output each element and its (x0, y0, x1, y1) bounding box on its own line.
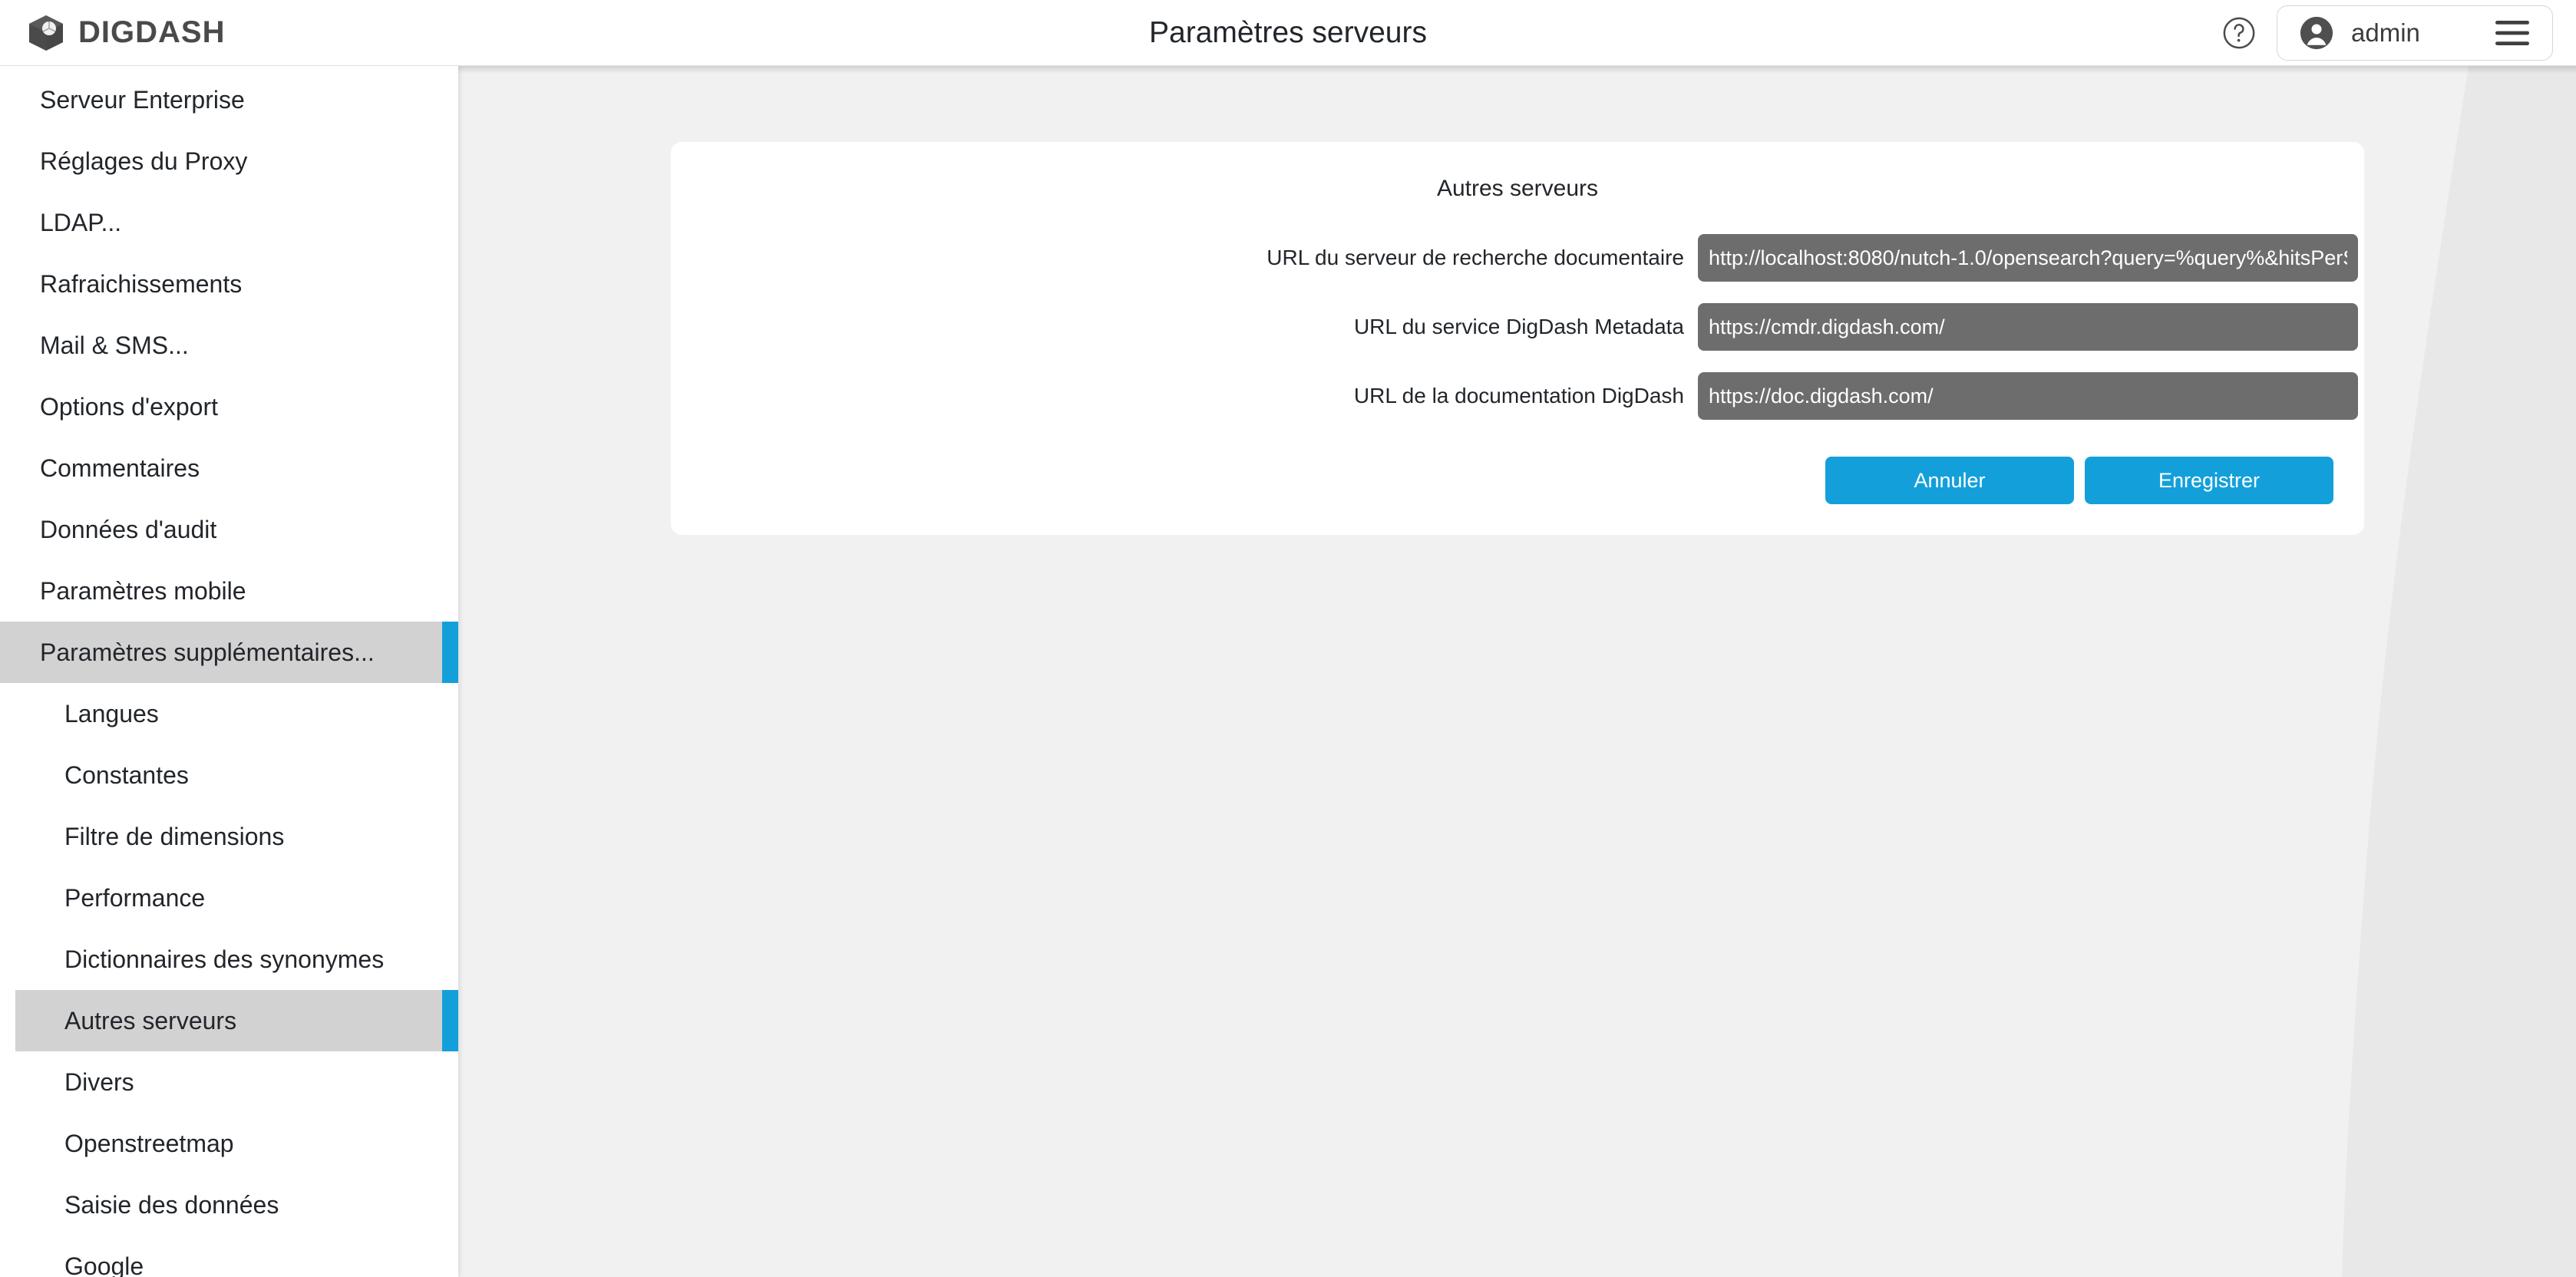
sidebar-item-label: Paramètres mobile (40, 576, 246, 605)
sidebar-item[interactable]: Dictionnaires des synonymes (0, 929, 458, 990)
sidebar-item-label: Autres serveurs (64, 1006, 237, 1034)
sidebar-item-label: Openstreetmap (64, 1129, 234, 1157)
sidebar-item-label: Filtre de dimensions (64, 822, 285, 850)
user-avatar-icon (2300, 16, 2333, 49)
body-area: Serveur Enterprise Réglages du Proxy LDAP.… (0, 66, 2576, 1277)
card-title: Autres serveurs (1436, 176, 1599, 201)
sidebar-item-label: Réglages du Proxy (40, 147, 248, 175)
sidebar-item-label: Google (64, 1252, 144, 1277)
form-field-input[interactable] (1698, 303, 2358, 351)
form-row: URL du serveur de recherche documentaire (671, 234, 2364, 282)
settings-form: URL du serveur de recherche documentaire… (671, 234, 2364, 420)
sidebar-item[interactable]: Paramètres supplémentaires... (0, 622, 458, 683)
settings-card: Autres serveurs URL du serveur de recher… (671, 142, 2364, 535)
sidebar-item-label: Mail & SMS... (40, 331, 189, 359)
user-menu-button[interactable]: admin (2277, 5, 2553, 61)
page-title: Paramètres serveurs (1149, 15, 1427, 49)
form-field-input[interactable] (1698, 234, 2358, 282)
form-field-label: URL du service DigDash Metadata (1353, 315, 1684, 338)
sidebar-item-label: Commentaires (40, 454, 200, 482)
content-top-shadow (458, 66, 2576, 74)
cancel-button[interactable]: Annuler (1825, 457, 2074, 504)
form-field-input[interactable] (1698, 372, 2358, 420)
brand-name: DIGDASH (78, 15, 226, 49)
sidebar-item-label: Saisie des données (64, 1190, 279, 1219)
sidebar-item-label: Serveur Enterprise (40, 85, 245, 114)
brand-logo-area[interactable]: DIGDASH (26, 13, 225, 53)
sidebar-item-label: Langues (64, 699, 159, 728)
sidebar-item[interactable]: Langues (0, 683, 458, 744)
sidebar-item-label: LDAP... (40, 208, 122, 236)
sidebar-item-label: Performance (64, 883, 206, 912)
digdash-cube-logo-icon (29, 15, 63, 51)
sidebar-item[interactable]: Divers (0, 1051, 458, 1113)
sidebar-item[interactable]: Paramètres mobile (0, 560, 458, 622)
user-name-label: admin (2351, 18, 2420, 47)
sidebar-item-label: Paramètres supplémentaires... (40, 638, 375, 666)
header-actions: admin (2221, 5, 2553, 61)
sidebar-item[interactable]: Serveur Enterprise (0, 69, 458, 130)
sidebar-item[interactable]: Filtre de dimensions (0, 806, 458, 867)
sidebar-item[interactable]: Openstreetmap (0, 1113, 458, 1174)
sidebar-item[interactable]: Commentaires (0, 437, 458, 499)
sidebar-item[interactable]: Constantes (0, 744, 458, 806)
sidebar-item[interactable]: LDAP... (0, 192, 458, 253)
sidebar-item-label: Constantes (64, 761, 189, 789)
sidebar-item-label: Rafraichissements (40, 269, 243, 298)
sidebar-item-label: Dictionnaires des synonymes (64, 945, 385, 973)
help-circle-icon[interactable] (2221, 15, 2257, 51)
sidebar-item[interactable]: Google (0, 1236, 458, 1277)
form-row: URL du service DigDash Metadata (671, 303, 2364, 351)
sidebar-item[interactable]: Rafraichissements (0, 253, 458, 315)
sidebar-item[interactable]: Réglages du Proxy (0, 130, 458, 192)
main-content: Autres serveurs URL du serveur de recher… (458, 66, 2576, 1277)
sidebar-item-label: Données d'audit (40, 515, 217, 543)
app-header: DIGDASH Paramètres serveurs admin (0, 0, 2576, 66)
sidebar-item[interactable]: Mail & SMS... (0, 315, 458, 376)
sidebar-item[interactable]: Options d'export (0, 376, 458, 437)
sidebar-item[interactable]: Saisie des données (0, 1174, 458, 1236)
form-field-label: URL du serveur de recherche documentaire (1267, 246, 1684, 269)
form-row: URL de la documentation DigDash (671, 372, 2364, 420)
sidebar-nav: Serveur Enterprise Réglages du Proxy LDAP.… (0, 66, 458, 1277)
app-root: DIGDASH Paramètres serveurs admin Serveu… (0, 0, 2576, 1277)
sidebar-item[interactable]: Performance (0, 867, 458, 929)
hamburger-menu-icon[interactable] (2494, 19, 2531, 47)
sidebar-item[interactable]: Autres serveurs (15, 990, 458, 1051)
form-field-label: URL de la documentation DigDash (1353, 384, 1684, 408)
sidebar-item-label: Options d'export (40, 392, 219, 421)
sidebar-item-label: Divers (64, 1067, 134, 1096)
sidebar-item-list: Serveur Enterprise Réglages du Proxy LDAP.… (0, 66, 458, 1277)
sidebar-item[interactable]: Données d'audit (0, 499, 458, 560)
card-action-buttons: Annuler Enregistrer (671, 457, 2364, 504)
save-button[interactable]: Enregistrer (2085, 457, 2333, 504)
